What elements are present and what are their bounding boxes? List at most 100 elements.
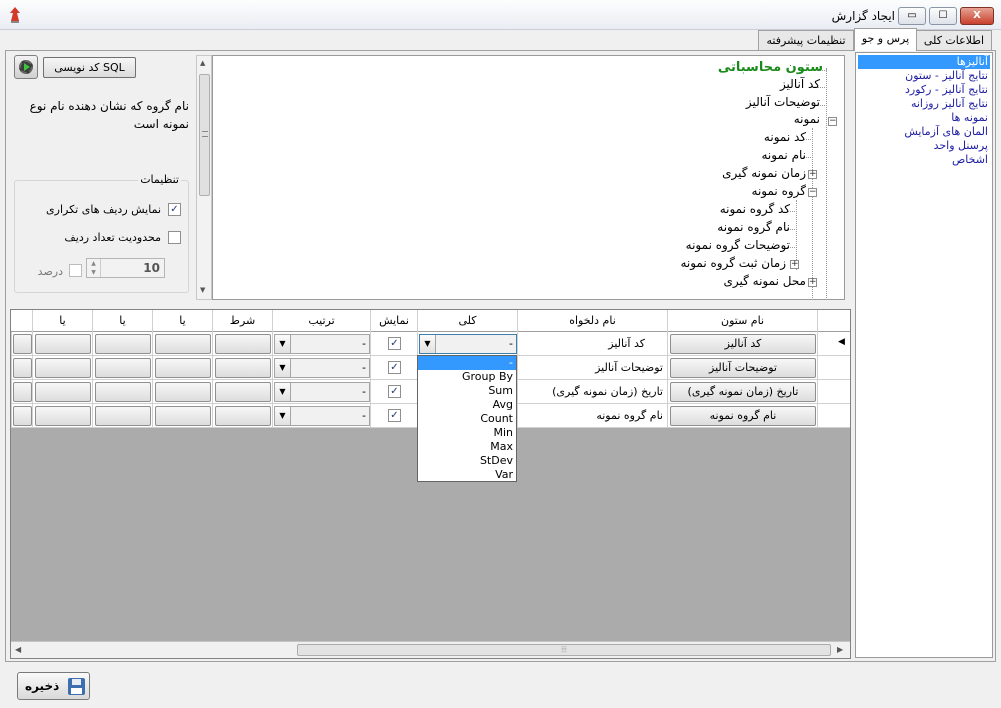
- cell-or[interactable]: [32, 356, 92, 380]
- dropdown-arrow-icon[interactable]: ▼: [420, 335, 436, 353]
- dropdown-arrow-icon[interactable]: ▼: [275, 335, 291, 353]
- or-button[interactable]: [13, 358, 32, 378]
- list-item[interactable]: نمونه ها: [951, 111, 988, 125]
- tree-vscroll[interactable]: ▲ ▼: [196, 55, 212, 300]
- show-checkbox[interactable]: ✓: [388, 361, 401, 374]
- grid-scroll-thumb[interactable]: ⦙⦙⦙: [297, 644, 831, 656]
- row-selector[interactable]: [817, 356, 850, 380]
- option-max[interactable]: Max: [418, 440, 516, 454]
- collapse-icon[interactable]: −: [828, 117, 837, 126]
- cell-condition[interactable]: [212, 332, 272, 356]
- option-var[interactable]: Var: [418, 468, 516, 482]
- list-item[interactable]: المان های آزمایش: [904, 125, 988, 139]
- cell-or[interactable]: [11, 332, 32, 356]
- or-button[interactable]: [95, 358, 151, 378]
- cell-show[interactable]: ✓: [370, 332, 417, 356]
- tree-node[interactable]: نام نمونه: [762, 148, 807, 162]
- cell-or[interactable]: [92, 404, 152, 428]
- option-group-by[interactable]: Group By: [418, 370, 516, 384]
- percent-checkbox[interactable]: [69, 264, 82, 277]
- expand-icon[interactable]: +: [808, 278, 817, 287]
- column-name-button[interactable]: توضیحات آنالیز: [670, 358, 816, 378]
- or-button[interactable]: [35, 382, 91, 402]
- tree-node[interactable]: توضیحات آنالیز: [746, 95, 820, 109]
- condition-button[interactable]: [215, 358, 271, 378]
- expand-icon[interactable]: +: [790, 260, 799, 269]
- cell-alias[interactable]: تاریخ (زمان نمونه گیری): [517, 380, 667, 404]
- list-item-analyses[interactable]: آنالیزها: [858, 55, 990, 69]
- or-button[interactable]: [95, 382, 151, 402]
- close-button[interactable]: X: [960, 7, 994, 25]
- cell-or[interactable]: [152, 404, 212, 428]
- cell-or[interactable]: [152, 332, 212, 356]
- dropdown-arrow-icon[interactable]: ▼: [275, 359, 291, 377]
- cell-show[interactable]: ✓: [370, 404, 417, 428]
- cell-condition[interactable]: [212, 404, 272, 428]
- or-button[interactable]: [155, 406, 211, 426]
- show-checkbox[interactable]: ✓: [388, 409, 401, 422]
- row-selector[interactable]: [817, 404, 850, 428]
- or-button[interactable]: [95, 406, 151, 426]
- dropdown-arrow-icon[interactable]: ▼: [275, 383, 291, 401]
- option-stdev[interactable]: StDev: [418, 454, 516, 468]
- tree-node[interactable]: کد آنالیز: [780, 77, 820, 91]
- tab-general-info[interactable]: اطلاعات کلی: [916, 30, 992, 51]
- cell-or[interactable]: [32, 404, 92, 428]
- order-combo[interactable]: ▼ -: [274, 406, 370, 426]
- or-button[interactable]: [95, 334, 151, 354]
- or-button[interactable]: [13, 334, 32, 354]
- tree-root-calculated-column[interactable]: ستون محاسباتی: [718, 60, 823, 75]
- condition-button[interactable]: [215, 382, 271, 402]
- list-item[interactable]: اشخاص: [952, 153, 988, 167]
- or-button[interactable]: [155, 358, 211, 378]
- condition-button[interactable]: [215, 334, 271, 354]
- run-query-button[interactable]: [14, 55, 38, 79]
- tree-node[interactable]: محل نمونه گیری: [724, 274, 807, 288]
- or-button[interactable]: [13, 382, 32, 402]
- cell-order[interactable]: ▼ -: [272, 356, 370, 380]
- option-sum[interactable]: Sum: [418, 384, 516, 398]
- cell-or[interactable]: [92, 380, 152, 404]
- cell-alias[interactable]: کد آنالیز: [517, 332, 667, 356]
- cell-alias[interactable]: نام گروه نمونه: [517, 404, 667, 428]
- row-selector[interactable]: ◀: [817, 332, 850, 356]
- list-item[interactable]: نتایج آنالیز روزانه: [911, 97, 988, 111]
- expand-icon[interactable]: +: [808, 170, 817, 179]
- table-row[interactable]: ◀ کد آنالیز کد آنالیز ▼ - ✓ ▼ -: [11, 332, 850, 356]
- aggregate-dropdown-list[interactable]: - Group By Sum Avg Count Min Max StDev V…: [417, 355, 517, 482]
- order-combo[interactable]: ▼ -: [274, 334, 370, 354]
- column-name-button[interactable]: تاریخ (زمان نمونه گیری): [670, 382, 816, 402]
- or-button[interactable]: [155, 334, 211, 354]
- or-button[interactable]: [35, 406, 91, 426]
- limit-rows-checkbox[interactable]: [168, 231, 181, 244]
- cell-show[interactable]: ✓: [370, 380, 417, 404]
- aggregate-combo[interactable]: ▼ -: [419, 334, 517, 354]
- tree-node[interactable]: زمان نمونه گیری: [722, 166, 806, 180]
- cell-order[interactable]: ▼ -: [272, 380, 370, 404]
- column-name-button[interactable]: نام گروه نمونه: [670, 406, 816, 426]
- or-button[interactable]: [35, 358, 91, 378]
- list-item[interactable]: نتایج آنالیز - ستون: [905, 69, 988, 83]
- or-button[interactable]: [155, 382, 211, 402]
- cell-or[interactable]: [92, 356, 152, 380]
- list-item[interactable]: نتایج آنالیز - رکورد: [905, 83, 988, 97]
- tree-node[interactable]: نام گروه نمونه: [717, 220, 790, 234]
- show-checkbox[interactable]: ✓: [388, 337, 401, 350]
- cell-or[interactable]: [32, 332, 92, 356]
- cell-aggregate[interactable]: ▼ -: [417, 332, 517, 356]
- option-count[interactable]: Count: [418, 412, 516, 426]
- maximize-button[interactable]: ☐: [929, 7, 957, 25]
- or-button[interactable]: [35, 334, 91, 354]
- option-avg[interactable]: Avg: [418, 398, 516, 412]
- cell-condition[interactable]: [212, 380, 272, 404]
- tab-query[interactable]: پرس و جو: [854, 28, 917, 51]
- row-selector[interactable]: [817, 380, 850, 404]
- cell-or[interactable]: [92, 332, 152, 356]
- column-name-button[interactable]: کد آنالیز: [670, 334, 816, 354]
- cell-or[interactable]: [11, 356, 32, 380]
- tree-node[interactable]: گروه نمونه: [752, 184, 806, 198]
- tree-node[interactable]: توضیحات گروه نمونه: [686, 238, 790, 252]
- order-combo[interactable]: ▼ -: [274, 358, 370, 378]
- sql-code-button[interactable]: کد نویسی SQL: [43, 57, 136, 78]
- cell-or[interactable]: [152, 356, 212, 380]
